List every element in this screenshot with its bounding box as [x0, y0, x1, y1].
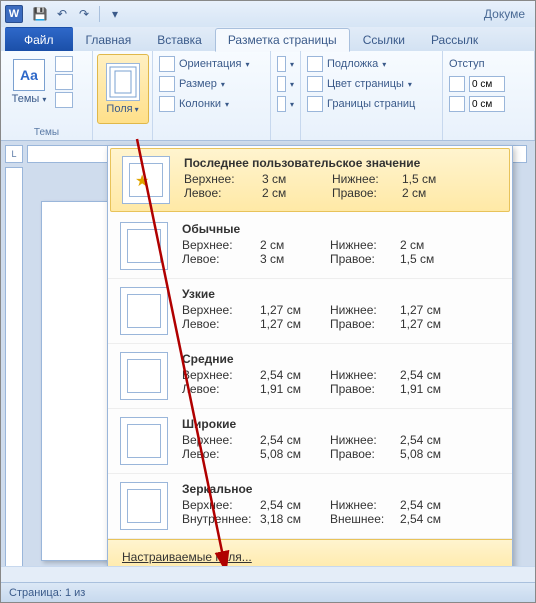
margin-preset-name: Узкие: [182, 287, 500, 301]
status-bar: Страница: 1 из: [1, 582, 535, 602]
quick-access-toolbar: 💾 ↶ ↷ ▾: [31, 5, 124, 23]
window-title: Докуме: [128, 7, 531, 21]
tab-mailings[interactable]: Рассылк: [418, 27, 491, 51]
margins-icon: [106, 63, 140, 101]
margin-preset-item[interactable]: ОбычныеВерхнее:2 смНижнее:2 смЛевое:3 см…: [108, 214, 512, 279]
page-color-icon: [307, 76, 323, 92]
group-page-setup-margins: Поля ▾: [93, 51, 153, 140]
columns-icon: [159, 96, 175, 112]
ribbon: Aa Темы ▾ Темы Поля ▾ Ориентация▾: [1, 51, 535, 141]
indent-left-icon: [449, 76, 465, 92]
margin-preset-item[interactable]: ШирокиеВерхнее:2,54 смНижнее:2,54 смЛево…: [108, 409, 512, 474]
margin-preset-item[interactable]: УзкиеВерхнее:1,27 смНижнее:1,27 смЛевое:…: [108, 279, 512, 344]
size-button[interactable]: Размер▾: [159, 74, 264, 94]
size-icon: [159, 76, 175, 92]
watermark-button[interactable]: Подложка▾: [307, 54, 436, 74]
theme-fonts-button[interactable]: [55, 74, 73, 90]
group-page-setup: Ориентация▾ Размер▾ Колонки▾: [153, 51, 271, 140]
margin-preset-thumbnail: [120, 352, 168, 400]
margin-preset-info: УзкиеВерхнее:1,27 смНижнее:1,27 смЛевое:…: [182, 287, 500, 335]
indent-left-row: [449, 74, 528, 94]
margins-dropdown-panel: Последнее пользовательское значениеВерхн…: [107, 145, 513, 575]
orientation-button[interactable]: Ориентация▾: [159, 54, 264, 74]
margin-preset-item[interactable]: СредниеВерхнее:2,54 смНижнее:2,54 смЛево…: [108, 344, 512, 409]
margin-preset-info: СредниеВерхнее:2,54 смНижнее:2,54 смЛево…: [182, 352, 500, 400]
status-page: Страница: 1 из: [9, 587, 85, 599]
margins-button[interactable]: Поля ▾: [97, 54, 149, 124]
margin-preset-info: Последнее пользовательское значениеВерхн…: [184, 156, 498, 204]
margin-preset-thumbnail: [122, 156, 170, 204]
margin-preset-thumbnail: [120, 222, 168, 270]
line-numbers-button[interactable]: [277, 76, 286, 92]
tab-insert[interactable]: Вставка: [144, 27, 215, 51]
qat-separator: [99, 6, 100, 22]
margin-preset-name: Зеркальное: [182, 482, 500, 496]
margin-preset-info: ШирокиеВерхнее:2,54 смНижнее:2,54 смЛево…: [182, 417, 500, 465]
theme-colors-button[interactable]: [55, 56, 73, 72]
margin-preset-thumbnail: [120, 482, 168, 530]
watermark-icon: [307, 56, 323, 72]
orientation-icon: [159, 56, 175, 72]
margin-preset-name: Средние: [182, 352, 500, 366]
columns-button[interactable]: Колонки▾: [159, 94, 264, 114]
undo-button[interactable]: ↶: [53, 5, 71, 23]
chevron-down-icon: ▾: [135, 105, 139, 114]
tab-page-layout[interactable]: Разметка страницы: [215, 28, 350, 52]
margin-preset-item[interactable]: ЗеркальноеВерхнее:2,54 смНижнее:2,54 смВ…: [108, 474, 512, 539]
hyphenation-button[interactable]: [277, 96, 286, 112]
tab-references[interactable]: Ссылки: [350, 27, 418, 51]
themes-label: Темы: [12, 93, 40, 105]
group-paragraph-indent: Отступ: [443, 51, 535, 140]
indent-right-row: [449, 94, 528, 114]
group-themes: Aa Темы ▾ Темы: [1, 51, 93, 140]
save-button[interactable]: 💾: [31, 5, 49, 23]
redo-button[interactable]: ↷: [75, 5, 93, 23]
margin-preset-item[interactable]: Последнее пользовательское значениеВерхн…: [110, 148, 510, 212]
chevron-down-icon: ▾: [225, 100, 229, 109]
vertical-ruler[interactable]: [5, 167, 23, 578]
page-color-button[interactable]: Цвет страницы▾: [307, 74, 436, 94]
tab-home[interactable]: Главная: [73, 27, 145, 51]
indent-label: Отступ: [449, 58, 485, 70]
margin-preset-name: Последнее пользовательское значение: [184, 156, 498, 170]
ribbon-tabs: Файл Главная Вставка Разметка страницы С…: [1, 27, 535, 51]
group-page-background: Подложка▾ Цвет страницы▾ Границы страниц: [301, 51, 443, 140]
ruler-corner[interactable]: L: [5, 145, 23, 163]
horizontal-scrollbar[interactable]: [1, 566, 535, 582]
theme-effects-button[interactable]: [55, 92, 73, 108]
group-breaks: ▾ ▾ ▾: [271, 51, 301, 140]
title-bar: W 💾 ↶ ↷ ▾ Докуме: [1, 1, 535, 27]
group-title-themes: Темы: [7, 125, 86, 138]
breaks-button[interactable]: [277, 56, 286, 72]
themes-icon: Aa: [13, 59, 45, 91]
indent-right-input[interactable]: [469, 96, 505, 112]
chevron-down-icon: ▾: [382, 60, 386, 69]
app-window: W 💾 ↶ ↷ ▾ Докуме Файл Главная Вставка Ра…: [0, 0, 536, 603]
word-app-icon: W: [5, 5, 23, 23]
indent-left-input[interactable]: [469, 76, 505, 92]
chevron-down-icon: ▾: [245, 60, 249, 69]
themes-button[interactable]: Aa Темы ▾: [7, 54, 51, 110]
margin-preset-name: Широкие: [182, 417, 500, 431]
margin-preset-info: ОбычныеВерхнее:2 смНижнее:2 смЛевое:3 см…: [182, 222, 500, 270]
chevron-down-icon: ▾: [221, 80, 225, 89]
margin-preset-name: Обычные: [182, 222, 500, 236]
page-borders-button[interactable]: Границы страниц: [307, 94, 436, 114]
margin-preset-thumbnail: [120, 287, 168, 335]
tab-file[interactable]: Файл: [5, 27, 73, 51]
qat-customize-button[interactable]: ▾: [106, 5, 124, 23]
page-borders-icon: [307, 96, 323, 112]
chevron-down-icon: ▾: [408, 80, 412, 89]
chevron-down-icon: ▾: [42, 95, 46, 104]
margin-preset-thumbnail: [120, 417, 168, 465]
margin-preset-info: ЗеркальноеВерхнее:2,54 смНижнее:2,54 смВ…: [182, 482, 500, 530]
margins-label: Поля: [106, 103, 132, 115]
indent-right-icon: [449, 96, 465, 112]
